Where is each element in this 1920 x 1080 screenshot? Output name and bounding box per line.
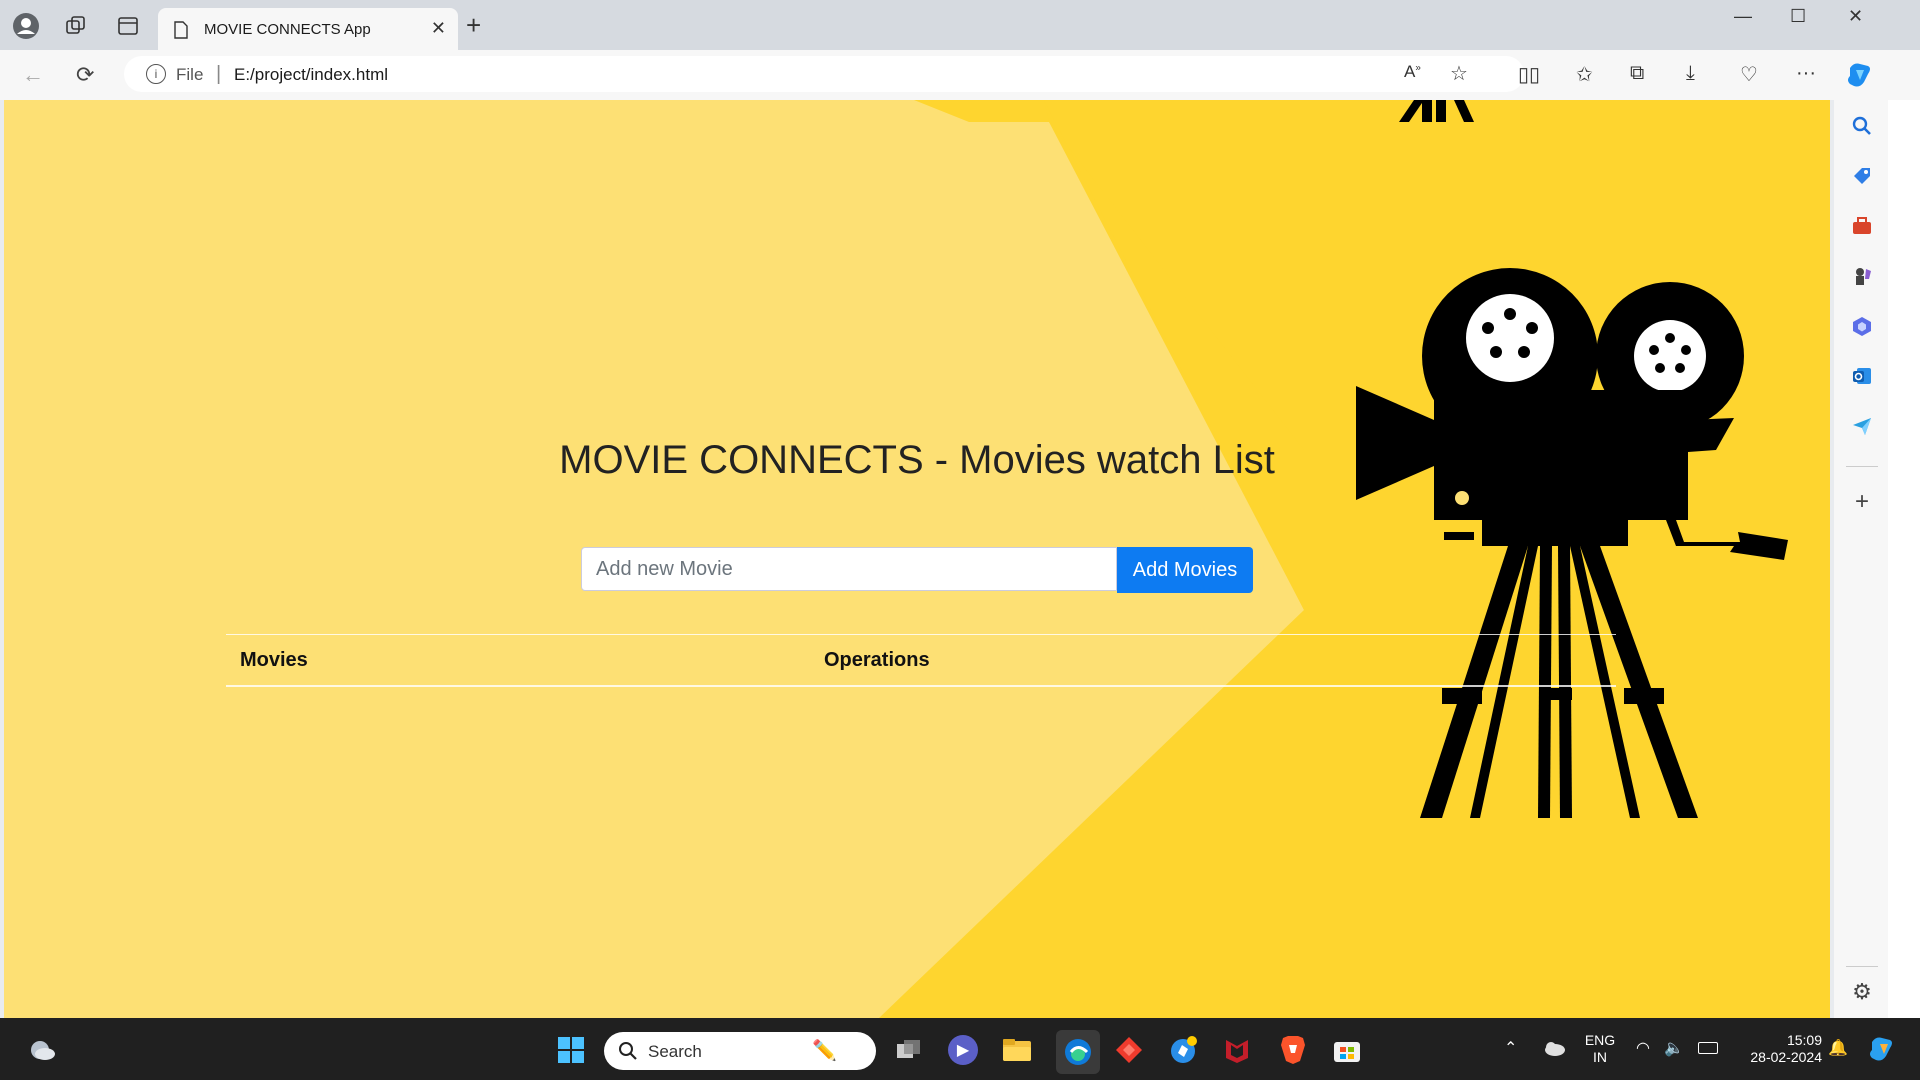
anydesk-icon[interactable] — [1114, 1035, 1144, 1065]
file-explorer-icon[interactable] — [1002, 1035, 1032, 1065]
new-tab-button[interactable]: + — [466, 12, 481, 38]
address-scheme: File — [176, 65, 204, 84]
close-tab-icon[interactable]: ✕ — [431, 18, 446, 39]
microsoft-365-icon[interactable] — [1850, 314, 1874, 338]
taskbar-search-box[interactable]: Search ✏️ — [604, 1032, 876, 1070]
show-hidden-icons-chevron[interactable]: ⌃ — [1504, 1038, 1517, 1058]
weather-widget-icon[interactable] — [28, 1038, 56, 1067]
security-app-icon[interactable] — [1168, 1035, 1198, 1065]
search-highlight-icon: ✏️ — [812, 1040, 837, 1062]
shopping-tag-icon[interactable] — [1850, 164, 1874, 188]
add-movies-button[interactable]: Add Movies — [1117, 547, 1253, 593]
browser-toolbar: ← ⟳ i File | E:/project/index.html A» ☆ … — [0, 50, 1920, 100]
maximize-button[interactable]: ☐ — [1790, 6, 1806, 27]
notification-bell-icon[interactable]: 🔔 — [1828, 1038, 1848, 1058]
volume-icon[interactable]: 🔈 — [1664, 1038, 1684, 1058]
window-right-edge — [1888, 100, 1920, 1018]
add-movie-form: Add Movies — [581, 547, 1253, 593]
language-code: ENG — [1584, 1032, 1616, 1048]
battery-icon[interactable] — [1698, 1042, 1718, 1054]
workspaces-icon[interactable] — [62, 12, 90, 40]
edge-sidebar: + ⚙ — [1834, 100, 1888, 1018]
page-title: MOVIE CONNECTS - Movies watch List — [559, 438, 1275, 482]
wifi-icon[interactable]: ◠ — [1636, 1038, 1650, 1058]
onedrive-cloud-icon[interactable] — [1542, 1040, 1566, 1061]
more-menu-icon[interactable]: ··· — [1796, 62, 1816, 85]
language-indicator[interactable]: ENG IN — [1584, 1032, 1616, 1066]
outlook-icon[interactable] — [1850, 364, 1874, 388]
mcafee-icon[interactable] — [1222, 1035, 1252, 1065]
task-view-icon[interactable] — [894, 1035, 924, 1065]
title-bar: MOVIE CONNECTS App ✕ + — ☐ ✕ — [0, 0, 1920, 50]
search-icon[interactable] — [1850, 114, 1874, 138]
column-header-movies: Movies — [240, 649, 308, 671]
microsoft-store-icon[interactable] — [1332, 1035, 1362, 1065]
search-label: Search — [648, 1042, 702, 1061]
region-code: IN — [1593, 1049, 1607, 1065]
favorite-star-icon[interactable]: ☆ — [1450, 61, 1468, 86]
address-separator: | — [216, 63, 222, 85]
clock-time: 15:09 — [1786, 1032, 1822, 1048]
minimize-button[interactable]: — — [1734, 6, 1752, 27]
collections-icon[interactable]: ⧉ — [1630, 62, 1644, 85]
url-text[interactable]: E:/project/index.html — [234, 65, 388, 85]
tab-title: MOVIE CONNECTS App — [204, 21, 371, 38]
address-bar[interactable]: i File | E:/project/index.html A» ☆ — [124, 56, 1524, 92]
favorites-icon[interactable]: ✩ — [1576, 62, 1593, 87]
send-plane-icon[interactable] — [1850, 414, 1874, 438]
copilot-taskbar-icon[interactable] — [1866, 1036, 1896, 1069]
windows-taskbar: Search ✏️ ▶ ⌃ ENG IN ◠ 🔈 15:09 28-02-202… — [0, 1018, 1920, 1080]
split-screen-icon[interactable]: ▯▯ — [1518, 62, 1540, 87]
profile-icon[interactable] — [12, 12, 40, 40]
read-aloud-icon[interactable]: A» — [1404, 62, 1421, 82]
browser-tab[interactable]: MOVIE CONNECTS App ✕ — [158, 8, 458, 50]
site-info-icon[interactable]: i — [146, 64, 166, 84]
movies-table-header: Movies Operations — [226, 634, 1616, 687]
movie-input[interactable] — [581, 547, 1117, 591]
copilot-icon[interactable] — [1844, 60, 1874, 96]
add-sidebar-app-icon[interactable]: + — [1850, 488, 1874, 515]
tools-briefcase-icon[interactable] — [1850, 214, 1874, 238]
refresh-icon[interactable]: ⟳ — [76, 62, 94, 88]
download-icon[interactable]: ⤓ — [1686, 62, 1695, 85]
games-chess-icon[interactable] — [1850, 264, 1874, 288]
search-icon — [619, 1042, 637, 1060]
sidebar-settings-gear-icon[interactable]: ⚙ — [1850, 979, 1874, 1004]
start-windows-icon[interactable] — [556, 1035, 586, 1065]
sidebar-divider — [1846, 466, 1878, 467]
sidebar-divider-bottom — [1846, 966, 1878, 967]
meet-chat-icon[interactable]: ▶ — [948, 1035, 978, 1065]
edge-browser-icon[interactable] — [1056, 1030, 1100, 1074]
back-arrow-icon[interactable]: ← — [22, 62, 44, 88]
page-icon — [174, 21, 188, 39]
clock-date: 28-02-2024 — [1750, 1049, 1822, 1065]
close-window-button[interactable]: ✕ — [1848, 6, 1863, 27]
clock[interactable]: 15:09 28-02-2024 — [1736, 1032, 1822, 1066]
browser-essentials-icon[interactable]: ♡ — [1740, 62, 1758, 87]
brave-browser-icon[interactable] — [1278, 1035, 1308, 1065]
tab-actions-icon[interactable] — [114, 12, 142, 40]
column-header-operations: Operations — [824, 649, 930, 671]
page-viewport: MOVIE CONNECTS - Movies watch List Add M… — [4, 100, 1830, 1018]
